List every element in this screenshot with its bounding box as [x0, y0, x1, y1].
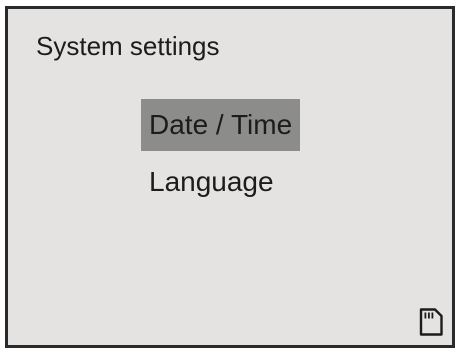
menu-item-date-time[interactable]: Date / Time	[141, 99, 301, 151]
menu-item-label: Date / Time	[149, 109, 293, 140]
menu-item-language[interactable]: Language	[141, 156, 282, 208]
sd-card-icon	[419, 308, 443, 336]
menu-item-label: Language	[149, 166, 274, 197]
page-title: System settings	[36, 31, 220, 61]
device-screen: System settings Date / Time Language	[5, 6, 455, 348]
